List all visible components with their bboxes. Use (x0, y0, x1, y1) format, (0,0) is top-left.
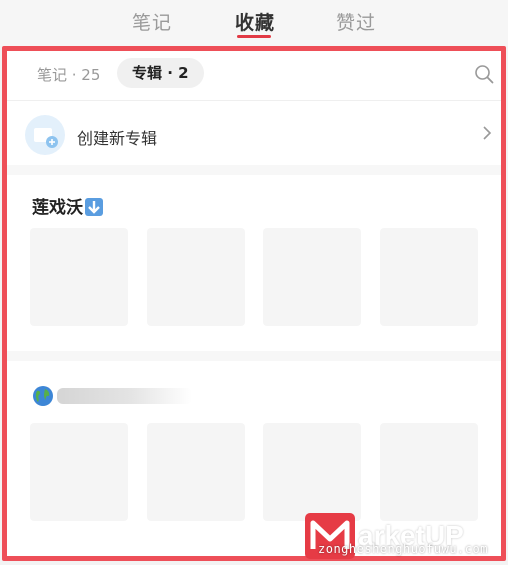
album-thumbnail[interactable] (30, 423, 128, 521)
top-tab-bar: 笔记 收藏 赞过 (0, 0, 508, 46)
album-title[interactable]: 莲戏沃 (32, 193, 103, 218)
album-thumbnail[interactable] (147, 423, 245, 521)
new-album-icon (25, 115, 65, 155)
album-thumbnail[interactable] (380, 228, 478, 326)
album-thumbnail[interactable] (147, 228, 245, 326)
album-thumbnail[interactable] (30, 228, 128, 326)
tab-favorites[interactable]: 收藏 (235, 8, 275, 35)
album-thumbnail[interactable] (263, 228, 361, 326)
create-album-row[interactable]: 创建新专辑 (7, 101, 501, 169)
subtab-notes[interactable]: 笔记 · 25 (37, 64, 100, 85)
subtab-albums[interactable]: 专辑 · 2 (117, 58, 204, 88)
tab-notes[interactable]: 笔记 (132, 8, 172, 35)
sub-tab-bar: 笔记 · 25 专辑 · 2 (7, 51, 501, 101)
watermark-url: zongheshenghuofuwu.com (318, 542, 488, 556)
album-thumbnail[interactable] (380, 423, 478, 521)
section-divider (7, 165, 501, 175)
chevron-right-icon (483, 126, 492, 140)
tab-likes[interactable]: 赞过 (336, 8, 376, 35)
album-title-blurred[interactable] (57, 388, 192, 404)
section-divider (7, 351, 501, 361)
album-thumbnail[interactable] (263, 423, 361, 521)
down-arrow-emoji-icon (85, 198, 103, 216)
active-tab-indicator (237, 35, 271, 38)
album-title-text: 莲戏沃 (32, 198, 83, 218)
search-icon[interactable] (474, 64, 494, 84)
globe-emoji-icon (33, 386, 53, 406)
create-album-label: 创建新专辑 (77, 129, 158, 148)
favorites-panel: 笔记 · 25 专辑 · 2 创建新专辑 莲戏沃 (2, 46, 506, 561)
